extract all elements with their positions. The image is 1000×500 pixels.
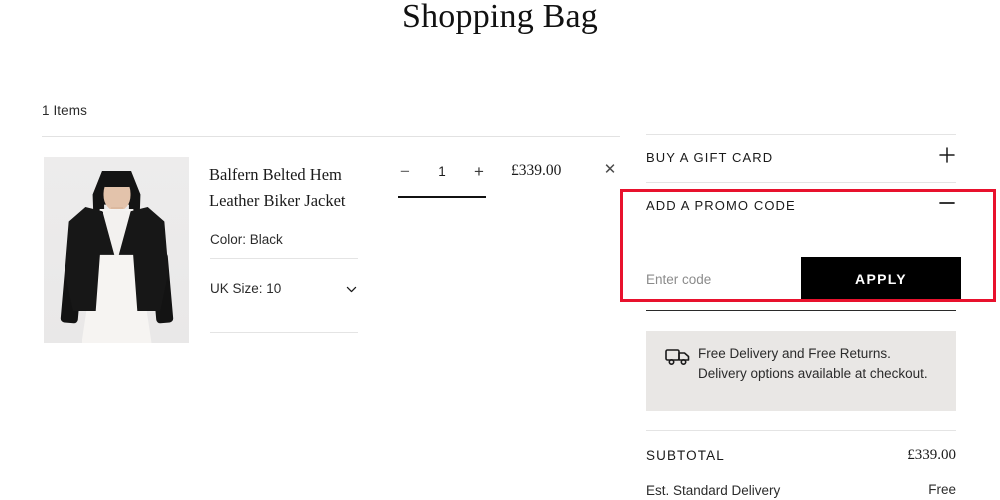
promo-code-form[interactable]: APPLY xyxy=(646,257,961,301)
product-name[interactable]: Balfern Belted Hem Leather Biker Jacket xyxy=(209,162,389,214)
gift-card-divider xyxy=(646,182,956,183)
quantity-stepper[interactable]: − 1 + xyxy=(396,160,488,186)
est-delivery-value: Free xyxy=(928,482,956,497)
subtotal-label: SUBTOTAL xyxy=(646,448,725,463)
promo-code-label: ADD A PROMO CODE xyxy=(646,198,796,213)
delivery-truck-icon xyxy=(665,347,691,367)
subtotal-value: £339.00 xyxy=(907,447,956,463)
subtotal-row: SUBTOTAL £339.00 xyxy=(646,447,956,467)
apply-promo-button[interactable]: APPLY xyxy=(801,257,961,301)
plus-icon[interactable] xyxy=(938,146,956,164)
attribute-divider-bottom xyxy=(210,332,358,333)
line-item-price: £339.00 xyxy=(511,162,562,179)
delivery-info-banner: Free Delivery and Free Returns. Delivery… xyxy=(646,331,956,411)
promo-section-divider xyxy=(646,310,956,312)
page-title: Shopping Bag xyxy=(401,0,599,35)
items-count-label: 1 Items xyxy=(42,103,87,118)
summary-divider-top xyxy=(646,134,956,135)
minus-icon[interactable] xyxy=(938,194,956,212)
attribute-divider-top xyxy=(210,258,358,259)
est-delivery-label: Est. Standard Delivery xyxy=(646,483,781,498)
close-icon[interactable]: ✕ xyxy=(602,162,618,178)
quantity-underline xyxy=(398,196,486,198)
product-color-label: Color: Black xyxy=(210,232,283,247)
promo-code-accordion[interactable]: ADD A PROMO CODE xyxy=(646,196,956,226)
chevron-down-icon xyxy=(345,283,358,296)
items-divider xyxy=(42,136,620,137)
subtotal-divider xyxy=(646,430,956,431)
product-image[interactable] xyxy=(44,157,189,343)
est-delivery-row: Est. Standard Delivery Free xyxy=(646,482,956,500)
plus-icon[interactable]: + xyxy=(470,160,488,184)
model-fringe xyxy=(101,174,132,187)
delivery-info-text: Free Delivery and Free Returns. Delivery… xyxy=(698,346,928,381)
size-selector[interactable]: UK Size: 10 xyxy=(210,280,358,302)
promo-code-input[interactable] xyxy=(646,257,796,301)
gift-card-label: BUY A GIFT CARD xyxy=(646,150,774,165)
size-selector-label: UK Size: 10 xyxy=(210,281,282,296)
gift-card-accordion[interactable]: BUY A GIFT CARD xyxy=(646,146,956,178)
shopping-bag-page: Shopping Bag 1 Items Balfern Belted Hem … xyxy=(0,0,1000,500)
